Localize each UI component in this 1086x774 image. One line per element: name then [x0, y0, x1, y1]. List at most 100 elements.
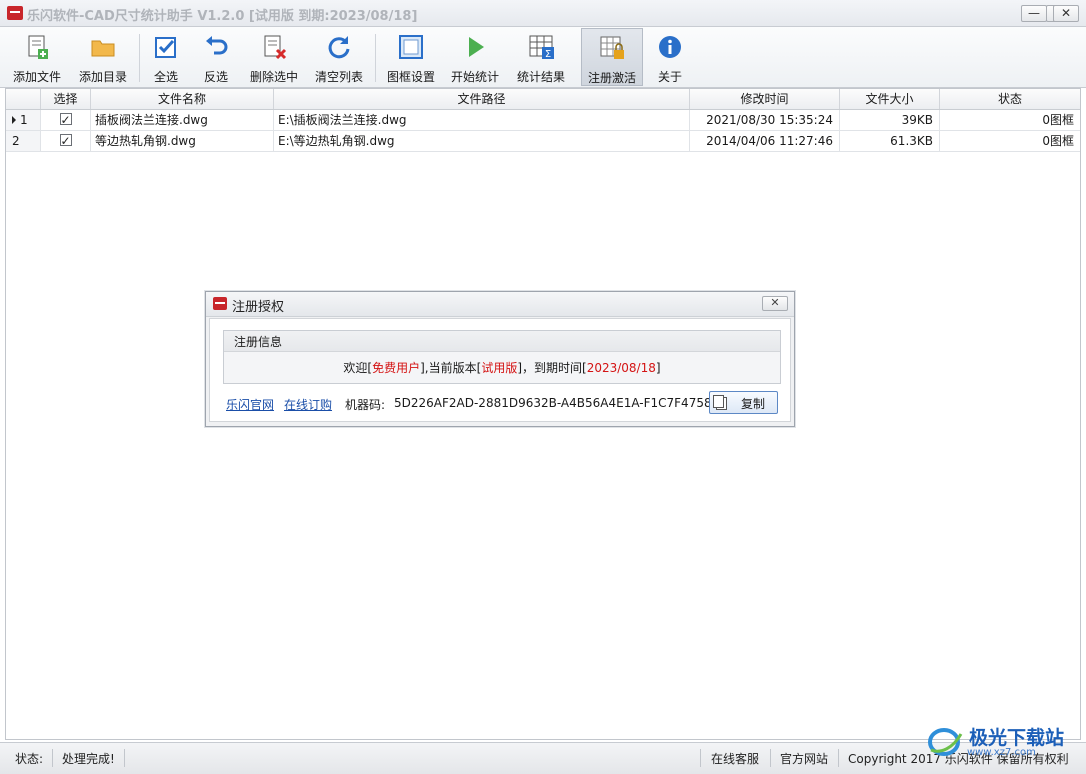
frame-settings-button[interactable]: 图框设置	[382, 28, 440, 86]
dialog-title: 注册授权	[232, 300, 285, 315]
copy-label: 复制	[741, 397, 766, 411]
about-label: 关于	[657, 70, 682, 84]
minimize-button[interactable]: —	[1021, 5, 1047, 22]
online-support-link[interactable]: 在线客服	[711, 750, 759, 767]
select-all-button[interactable]: 全选	[145, 28, 187, 86]
header-select[interactable]: 选择	[41, 89, 91, 109]
checkbox-icon	[155, 37, 176, 58]
row-indicator: 2	[6, 131, 41, 151]
row-file-name: 等边热轧角钢.dwg	[91, 131, 274, 151]
invert-label: 反选	[203, 70, 228, 84]
header-path[interactable]: 文件路径	[274, 89, 690, 109]
register-button[interactable]: 注册激活	[581, 28, 643, 86]
stats-result-label: 统计结果	[516, 70, 565, 84]
group-header: 注册信息	[224, 331, 780, 352]
register-info-group: 注册信息 欢迎[免费用户],当前版本[试用版]，到期时间[2023/08/18]	[223, 330, 781, 384]
add-file-label: 添加文件	[12, 70, 61, 84]
version-value: 试用版	[481, 361, 518, 375]
status-bar: 状态: 处理完成! 在线客服 官方网站 Copyright 2017 乐闪软件 …	[0, 742, 1086, 774]
close-button[interactable]: ✕	[1053, 5, 1079, 22]
group-title: 注册信息	[234, 335, 283, 349]
official-site-link[interactable]: 官方网站	[780, 750, 828, 767]
stats-result-button[interactable]: Σ 统计结果	[511, 28, 571, 86]
row-size: 39KB	[840, 110, 940, 130]
copy-icon	[713, 395, 727, 410]
machine-code-label: 机器码:	[345, 398, 386, 412]
header-name[interactable]: 文件名称	[91, 89, 274, 109]
row-modified: 2021/08/30 15:35:24	[690, 110, 840, 130]
app-logo-icon	[7, 6, 23, 20]
row-modified: 2014/04/06 11:27:46	[690, 131, 840, 151]
row-index: 2	[12, 134, 20, 148]
row-file-path: E:\等边热轧角钢.dwg	[274, 131, 690, 151]
header-status[interactable]: 状态	[940, 89, 1080, 109]
start-stats-button[interactable]: 开始统计	[446, 28, 504, 86]
svg-text:Σ: Σ	[545, 49, 551, 60]
add-dir-label: 添加目录	[78, 70, 127, 84]
delete-selected-button[interactable]: 删除选中	[244, 28, 304, 86]
status-value: 处理完成!	[62, 752, 115, 766]
table-row[interactable]: 1 插板阀法兰连接.dwg E:\插板阀法兰连接.dwg 2021/08/30 …	[6, 110, 1080, 131]
undo-arrow-icon	[206, 36, 228, 55]
frame-settings-label: 图框设置	[386, 70, 435, 84]
status-label: 状态:	[15, 752, 44, 766]
expire-date: 2023/08/18	[586, 361, 656, 375]
dialog-title-bar: 注册授权 ✕	[206, 292, 794, 317]
row-index: 1	[20, 113, 28, 127]
window-title: 乐闪软件-CAD尺寸统计助手 V1.2.0 [试用版 到期:2023/08/18…	[27, 9, 418, 24]
watermark: 极光下载站 www.xz7.com	[927, 720, 1077, 760]
select-all-label: 全选	[153, 70, 178, 84]
invert-selection-button[interactable]: 反选	[195, 28, 237, 86]
delete-file-icon	[264, 35, 287, 60]
header-index	[6, 89, 41, 109]
dialog-close-button[interactable]: ✕	[762, 296, 788, 311]
header-modified[interactable]: 修改时间	[690, 89, 840, 109]
clear-list-label: 清空列表	[314, 70, 363, 84]
add-file-button[interactable]: 添加文件	[6, 28, 68, 86]
play-icon	[469, 37, 484, 57]
table-header: 选择 文件名称 文件路径 修改时间 文件大小 状态	[6, 89, 1080, 110]
register-info-line: 欢迎[免费用户],当前版本[试用版]，到期时间[2023/08/18]	[224, 359, 780, 376]
table-row[interactable]: 2 等边热轧角钢.dwg E:\等边热轧角钢.dwg 2014/04/06 11…	[6, 131, 1080, 152]
frame-icon	[399, 35, 423, 59]
info-icon	[659, 36, 681, 58]
row-indicator: 1	[6, 110, 41, 130]
clear-list-button[interactable]: 清空列表	[309, 28, 369, 86]
watermark-logo-icon	[928, 728, 963, 756]
dialog-body: 注册信息 欢迎[免费用户],当前版本[试用版]，到期时间[2023/08/18]…	[209, 318, 791, 422]
grid-lock-icon	[600, 36, 624, 59]
toolbar: 添加文件 添加目录 全选 反选 删除选中 清空列表 图框设置 开始统计 Σ 统计…	[0, 27, 1086, 88]
dialog-app-icon	[213, 297, 227, 310]
folder-icon	[91, 40, 115, 57]
add-dir-button[interactable]: 添加目录	[72, 28, 134, 86]
row-select-cell	[41, 110, 91, 130]
about-button[interactable]: 关于	[649, 28, 691, 86]
row-select-cell	[41, 131, 91, 151]
row-file-name: 插板阀法兰连接.dwg	[91, 110, 274, 130]
register-dialog: 注册授权 ✕ 注册信息 欢迎[免费用户],当前版本[试用版]，到期时间[2023…	[205, 291, 795, 427]
header-size[interactable]: 文件大小	[840, 89, 940, 109]
start-stats-label: 开始统计	[450, 70, 499, 84]
copy-button[interactable]: 复制	[709, 391, 778, 414]
refresh-icon	[328, 36, 350, 59]
watermark-text: 极光下载站	[969, 727, 1065, 749]
row-size: 61.3KB	[840, 131, 940, 151]
row-status: 0图框	[1042, 113, 1074, 127]
expire-prefix: ]，到期时间[	[517, 361, 587, 375]
online-order-link[interactable]: 在线订购	[284, 396, 332, 413]
machine-code-value: 5D226AF2AD-2881D9632B-A4B56A4E1A-F1C7F47…	[394, 396, 720, 410]
expire-suffix: ]	[655, 361, 661, 375]
watermark-url: www.xz7.com	[967, 747, 1036, 758]
title-bar: 乐闪软件-CAD尺寸统计助手 V1.2.0 [试用版 到期:2023/08/18…	[0, 0, 1086, 27]
row-checkbox[interactable]	[59, 110, 72, 130]
official-website-link[interactable]: 乐闪官网	[226, 396, 274, 413]
current-row-arrow-icon	[12, 116, 16, 124]
user-type: 免费用户	[372, 361, 421, 375]
register-label: 注册激活	[587, 71, 636, 85]
row-checkbox[interactable]	[59, 131, 72, 151]
delete-label: 删除选中	[249, 70, 298, 84]
table-sum-icon: Σ	[529, 35, 554, 60]
welcome-prefix: 欢迎[	[343, 361, 373, 375]
add-file-icon	[28, 35, 48, 59]
row-status: 0图框	[1042, 134, 1074, 148]
